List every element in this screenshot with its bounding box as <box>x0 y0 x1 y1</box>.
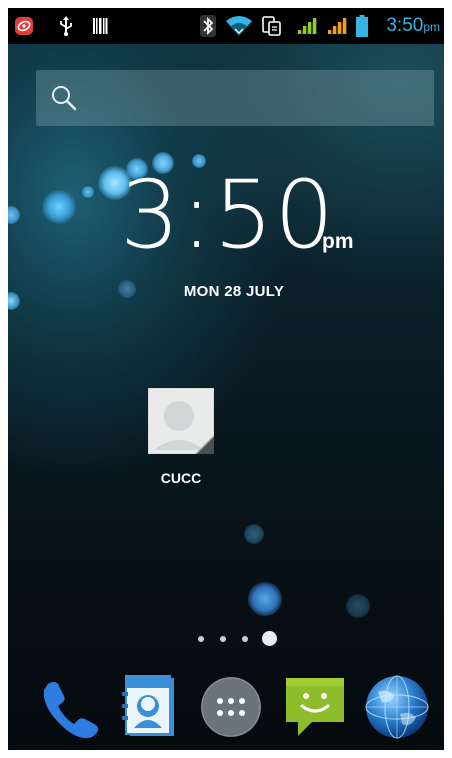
messaging-icon <box>282 678 348 744</box>
data-transfer-icon <box>260 8 284 44</box>
wifi-icon <box>224 8 254 44</box>
signal-2-icon <box>324 8 350 44</box>
page-dot[interactable] <box>198 636 204 642</box>
usb-icon <box>56 8 76 44</box>
bokeh-light <box>118 280 136 298</box>
shortcut-label: CUCC <box>160 470 202 486</box>
messaging-app[interactable] <box>282 674 348 740</box>
notification-app-icon <box>12 8 36 44</box>
bokeh-light <box>82 186 94 198</box>
contacts-icon <box>116 675 182 744</box>
bokeh-light <box>42 190 76 224</box>
browser-app[interactable] <box>364 674 430 740</box>
search-icon <box>50 84 78 112</box>
contact-shortcut[interactable]: CUCC <box>140 386 220 496</box>
bokeh-light <box>8 206 20 224</box>
page-dot-current[interactable] <box>262 631 277 646</box>
phone-app[interactable] <box>38 674 104 740</box>
page-dot[interactable] <box>220 636 226 642</box>
phone-icon <box>38 682 104 744</box>
bokeh-light <box>248 582 282 616</box>
battery-icon <box>354 8 370 44</box>
clock-time[interactable]: 3:50 <box>120 166 335 266</box>
app-drawer-button[interactable] <box>198 674 264 740</box>
contacts-app[interactable] <box>116 674 182 740</box>
bokeh-light <box>244 524 264 544</box>
status-bar: 3:50pm <box>8 8 444 44</box>
bluetooth-icon <box>198 8 218 44</box>
signal-1-icon <box>294 8 320 44</box>
page-dot[interactable] <box>242 636 248 642</box>
bokeh-light <box>8 292 20 310</box>
home-screen: 3:50pm 3:50 pm MON 28 JULY CUCC <box>8 8 444 750</box>
app-drawer-icon <box>198 677 264 744</box>
status-time: 3:50 <box>386 15 424 36</box>
page-indicator <box>194 630 284 648</box>
status-bar-clock: 3:50pm <box>386 8 440 44</box>
google-search-bar[interactable] <box>36 70 434 126</box>
contact-icon <box>147 387 215 455</box>
barcode-icon <box>90 8 110 44</box>
clock-ampm: pm <box>322 230 354 253</box>
clock-date: MON 28 JULY <box>183 283 285 300</box>
status-ampm: pm <box>423 20 440 34</box>
browser-globe-icon <box>364 675 430 744</box>
bokeh-light <box>346 594 370 618</box>
